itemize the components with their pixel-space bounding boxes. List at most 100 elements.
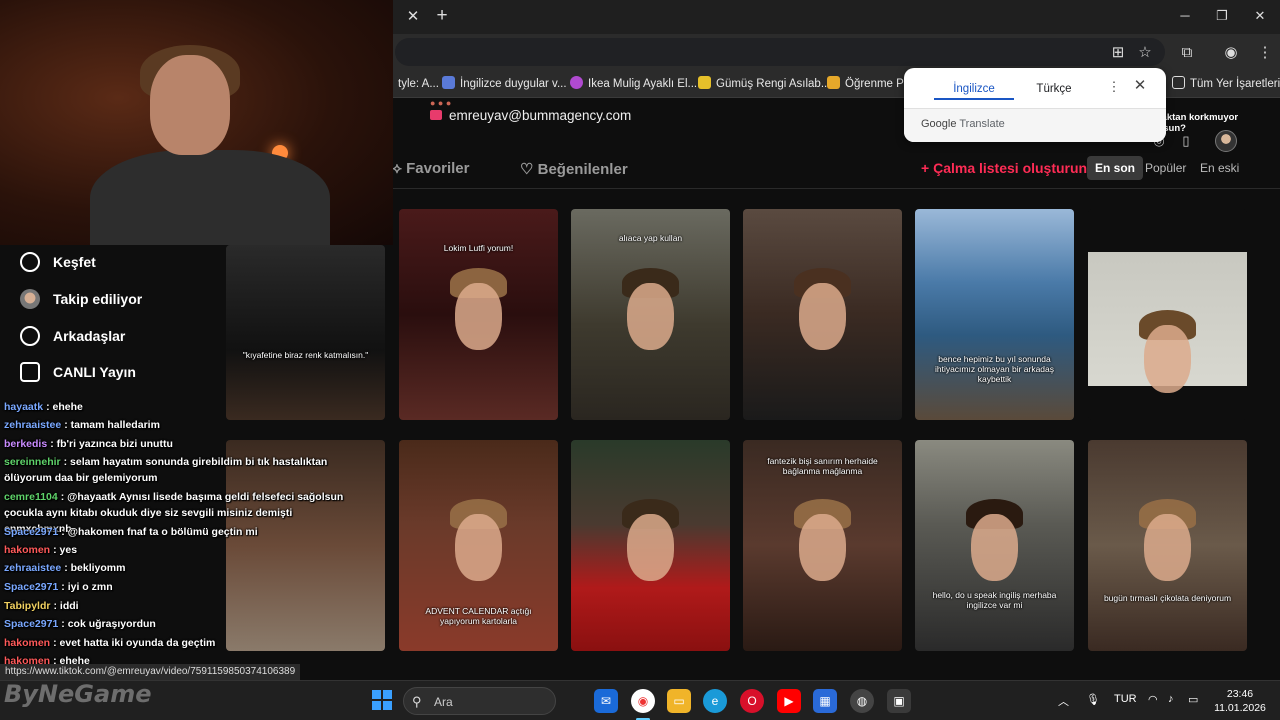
- friends-icon: [20, 326, 40, 346]
- video-caption: bence hepimiz bu yıl sonunda ihtiyacımız…: [934, 354, 1055, 384]
- menu-icon[interactable]: ⋮: [1254, 42, 1276, 64]
- mail-icon: [430, 110, 442, 120]
- video-caption: ADVENT CALENDAR açtığı yapıyorum kartola…: [425, 606, 532, 626]
- stream-chat: hayaatk: ehehe zehraaistee: tamam halled…: [0, 398, 400, 670]
- bookmark-item[interactable]: Ikea Mulig Ayaklı El...: [570, 75, 697, 93]
- video-card[interactable]: [743, 209, 902, 420]
- language-indicator[interactable]: TUR: [1114, 693, 1137, 705]
- status-url: https://www.tiktok.com/@emreuyav/video/7…: [0, 664, 301, 680]
- bookmark-favicon-icon: [827, 76, 840, 89]
- screen: { "browser": { "bookmarks": [ "tyle: A..…: [0, 0, 1280, 720]
- all-bookmarks-item[interactable]: Tüm Yer İşaretleri: [1172, 75, 1280, 93]
- bookmark-favicon-icon: [442, 76, 455, 89]
- sort-latest[interactable]: En son: [1087, 156, 1144, 180]
- chat-message: hayaatk: ehehe: [4, 401, 83, 413]
- sort-oldest[interactable]: En eski: [1192, 156, 1247, 180]
- microphone-icon[interactable]: 🎙: [1086, 693, 1100, 706]
- live-tv-icon: [20, 362, 40, 382]
- opera-icon[interactable]: O: [740, 689, 764, 713]
- video-card[interactable]: alıaca yap kullan: [571, 209, 730, 420]
- taskbar-search[interactable]: ⚲ Ara: [403, 687, 556, 715]
- close-icon[interactable]: ✕: [1132, 77, 1148, 95]
- clock[interactable]: 23:46 11.01.2026: [1210, 687, 1270, 715]
- streamer-body: [90, 150, 330, 245]
- avatar-icon: [20, 289, 40, 309]
- profile-email: emreuyav@bummagency.com: [430, 108, 631, 123]
- bookmark-item[interactable]: Gümüş Rengi Asılab...: [698, 75, 830, 93]
- tab-liked[interactable]: ♡ Beğenilenler: [520, 160, 628, 178]
- edge-icon[interactable]: e: [703, 689, 727, 713]
- address-bar[interactable]: [395, 38, 1165, 66]
- chrome-icon[interactable]: ◉: [631, 689, 655, 713]
- google-translate-brand: Google Translate: [921, 118, 1005, 130]
- emoji-decoration: ● ● ●: [430, 98, 452, 108]
- tray-chevron-icon[interactable]: ︿: [1058, 693, 1069, 709]
- new-tab-button[interactable]: +: [433, 6, 451, 26]
- extensions-icon[interactable]: ⧉: [1176, 42, 1198, 64]
- close-window-button[interactable]: ✕: [1245, 6, 1275, 26]
- chat-message: Space2971: iyi o zmn: [4, 581, 113, 593]
- nav-following[interactable]: Takip ediliyor: [20, 288, 142, 310]
- video-card[interactable]: Lokim Lutfi yorum!: [399, 209, 558, 420]
- mail-app-icon[interactable]: ✉: [594, 689, 618, 713]
- tab-favorites[interactable]: ⟡ Favoriler: [392, 160, 469, 177]
- bookmark-item[interactable]: tyle: A...: [398, 75, 439, 93]
- tab-close-icon[interactable]: ✕: [404, 8, 422, 26]
- translate-icon[interactable]: ⊞: [1107, 42, 1129, 64]
- taskbar: ⚲ Ara ✉ ◉ ▭ e O ▶ ▦ ◍ ▣ ︿ 🎙 TUR ◠ ♪ ▭ 23…: [0, 680, 1280, 720]
- video-card[interactable]: "kıyafetine biraz renk katmalısın.": [226, 245, 385, 420]
- video-card[interactable]: bugün tırmaslı çikolata deniyorum: [1088, 440, 1247, 651]
- store-icon[interactable]: ▦: [813, 689, 837, 713]
- video-card[interactable]: hello, do u speak ingiliş merhaba ingili…: [915, 440, 1074, 651]
- nav-explore[interactable]: Keşfet: [20, 251, 96, 273]
- video-card[interactable]: fantezik bişi sanırım herhaide bağlanma …: [743, 440, 902, 651]
- video-caption: fantezik bişi sanırım herhaide bağlanma …: [767, 456, 878, 476]
- video-card[interactable]: ADVENT CALENDAR açtığı yapıyorum kartola…: [399, 440, 558, 651]
- bookmark-favicon-icon: [698, 76, 711, 89]
- video-caption: "kıyafetine biraz renk katmalısın.": [242, 350, 369, 360]
- video-card[interactable]: bence hepimiz bu yıl sonunda ihtiyacımız…: [915, 209, 1074, 420]
- volume-icon[interactable]: ♪: [1168, 693, 1174, 705]
- streamer-face: [150, 55, 230, 155]
- clock-date: 11.01.2026: [1214, 702, 1266, 714]
- video-caption: alıaca yap kullan: [618, 233, 683, 243]
- divider: [393, 188, 1280, 189]
- watermark-logo: ByNeGame: [4, 680, 152, 708]
- folder-icon: [1172, 76, 1185, 89]
- bookmark-star-icon[interactable]: ☆: [1134, 42, 1156, 64]
- video-card[interactable]: [571, 440, 730, 651]
- tab-source-language[interactable]: İngilizce: [934, 78, 1014, 100]
- profile-icon[interactable]: ◉: [1220, 42, 1242, 64]
- chat-message: hakomen: evet hatta iki oyunda da geçtim: [4, 637, 216, 649]
- tab-target-language[interactable]: Türkçe: [1014, 78, 1094, 100]
- bookmark-favicon-icon: [570, 76, 583, 89]
- chat-message: sereinnehir: selam hayatım sonunda gireb…: [4, 456, 328, 484]
- create-playlist-button[interactable]: + Çalma listesi oluşturun: [921, 160, 1087, 176]
- chat-message: hakomen: yes: [4, 544, 78, 556]
- video-card[interactable]: [1088, 209, 1247, 420]
- app-icon[interactable]: ▣: [887, 689, 911, 713]
- chat-message: berkedis: fb'ri yazınca bizi unuttu: [4, 438, 173, 450]
- nav-live[interactable]: CANLI Yayın: [20, 361, 136, 383]
- sort-popular[interactable]: Popüler: [1137, 156, 1194, 180]
- chat-message: Space2971: @hakomen fnaf ta o bölümü geç…: [4, 526, 258, 538]
- maximize-button[interactable]: ❐: [1207, 6, 1237, 26]
- minimize-button[interactable]: ─: [1170, 6, 1200, 26]
- video-caption: bugün tırmaslı çikolata deniyorum: [1103, 593, 1232, 603]
- compass-icon: [20, 252, 40, 272]
- youtube-icon[interactable]: ▶: [777, 689, 801, 713]
- more-options-icon[interactable]: ⋮: [1107, 78, 1121, 96]
- file-explorer-icon[interactable]: ▭: [667, 689, 691, 713]
- chat-message: Tabipyldr: iddi: [4, 600, 79, 612]
- translate-footer: Google Translate: [904, 108, 1166, 142]
- wifi-icon[interactable]: ◠: [1148, 693, 1158, 706]
- battery-icon[interactable]: ▭: [1188, 693, 1198, 706]
- bookmark-item[interactable]: Öğrenme Par: [827, 75, 914, 93]
- obs-icon[interactable]: ◍: [850, 689, 874, 713]
- bookmark-item[interactable]: İngilizce duygular v...: [442, 75, 567, 93]
- nav-friends[interactable]: Arkadaşlar: [20, 325, 125, 347]
- video-caption: Lokim Lutfi yorum!: [443, 243, 514, 253]
- windows-start-icon[interactable]: [372, 690, 392, 710]
- search-icon: ⚲: [412, 694, 422, 709]
- chat-message: cemre1104: @hayaatk Aynısı lisede başıma…: [4, 491, 344, 535]
